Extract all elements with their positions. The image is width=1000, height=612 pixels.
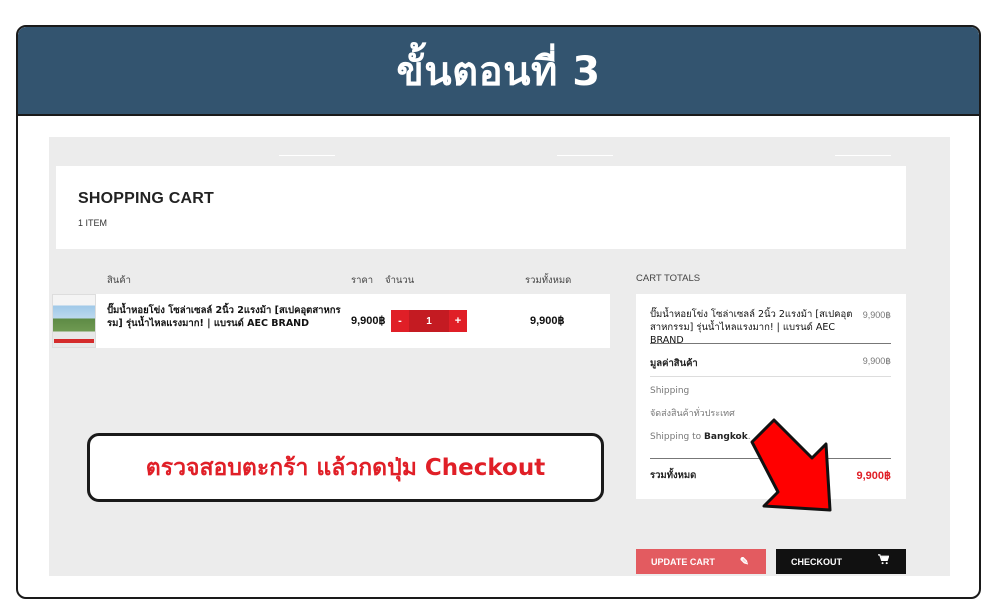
update-cart-label: UPDATE CART <box>651 556 715 567</box>
column-header-price: ราคา <box>351 275 374 286</box>
shipping-note: จัดส่งสินค้าทั่วประเทศ <box>650 409 735 419</box>
instruction-callout: ตรวจสอบตะกร้า แล้วกดปุ่ม Checkout <box>87 433 604 502</box>
page-title: SHOPPING CART <box>78 190 214 207</box>
quantity-decrease-button[interactable]: - <box>391 310 409 332</box>
column-header-product: สินค้า <box>107 275 131 286</box>
grand-total-value: 9,900฿ <box>856 470 891 482</box>
divider <box>650 376 891 377</box>
cart-header: SHOPPING CART 1 ITEM <box>56 166 906 249</box>
item-count: 1 ITEM <box>78 218 108 228</box>
checkout-label: CHECKOUT <box>791 556 842 567</box>
step-title: ขั้นตอนที่ 3 <box>396 48 601 95</box>
update-cart-button[interactable]: UPDATE CART ✎ <box>636 549 766 574</box>
quantity-input[interactable]: 1 <box>409 310 449 332</box>
column-header-quantity: จำนวน <box>385 275 415 286</box>
shipping-label: Shipping <box>650 386 690 396</box>
totals-item-price: 9,900฿ <box>862 310 891 320</box>
quantity-stepper: - 1 + <box>391 310 467 332</box>
cart-icon <box>878 554 890 568</box>
shipping-city: Bangkok <box>704 432 748 442</box>
instruction-text: ตรวจสอบตะกร้า แล้วกดปุ่ม Checkout <box>145 454 546 481</box>
shipping-destination: Shipping to Bangkok. <box>650 432 751 442</box>
tutorial-frame: ขั้นตอนที่ 3 SHOPPING CART 1 ITEM สินค้า… <box>16 25 981 599</box>
shipping-to-prefix: Shipping to <box>650 432 705 442</box>
divider <box>279 155 335 156</box>
row-total: 9,900฿ <box>530 315 565 327</box>
pencil-icon: ✎ <box>739 556 749 568</box>
divider <box>557 155 613 156</box>
grand-total-label: รวมทั้งหมด <box>650 470 697 481</box>
subtotal-value: 9,900฿ <box>862 356 891 366</box>
product-thumbnail[interactable] <box>52 294 96 348</box>
divider <box>650 343 891 344</box>
product-name-link[interactable]: ปั๊มน้ำหอยโข่ง โซล่าเซลล์ 2นิ้ว 2แรงม้า … <box>107 304 352 330</box>
pointer-arrow-icon <box>750 418 832 512</box>
cart-totals-heading: CART TOTALS <box>636 273 701 284</box>
quantity-increase-button[interactable]: + <box>449 310 467 332</box>
thumbnail-badge <box>54 339 94 343</box>
product-price: 9,900฿ <box>351 315 386 327</box>
column-header-total: รวมทั้งหมด <box>525 275 572 286</box>
totals-item-name: ปั๊มน้ำหอยโข่ง โซล่าเซลล์ 2นิ้ว 2แรงม้า … <box>650 309 853 346</box>
checkout-button[interactable]: CHECKOUT <box>776 549 906 574</box>
cart-item-row: ปั๊มน้ำหอยโข่ง โซล่าเซลล์ 2นิ้ว 2แรงม้า … <box>52 294 610 348</box>
step-banner: ขั้นตอนที่ 3 <box>18 27 979 116</box>
divider <box>835 155 891 156</box>
subtotal-label: มูลค่าสินค้า <box>650 358 698 369</box>
